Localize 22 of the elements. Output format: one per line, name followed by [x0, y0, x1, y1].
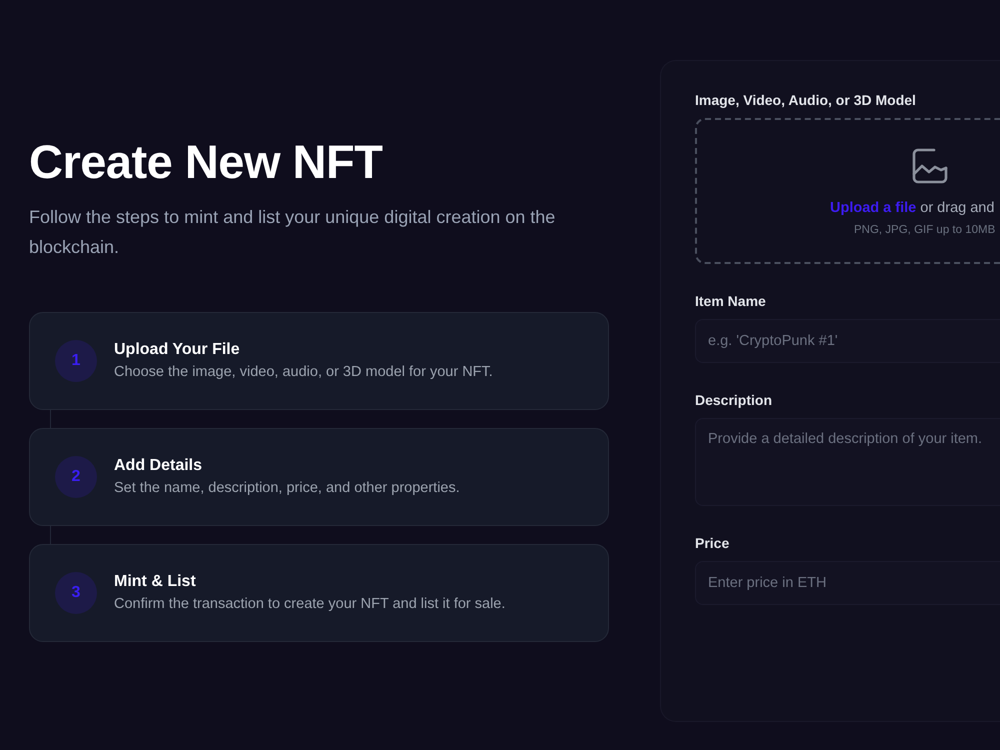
description-field[interactable]: Provide a detailed description of your item.	[695, 418, 1000, 506]
image-icon	[912, 148, 948, 184]
text-input-field[interactable]: e.g. 'CryptoPunk #1'	[695, 319, 1000, 363]
step-description: Set the name, description, price, and other properties.	[114, 479, 460, 498]
step-number: 3	[55, 572, 97, 614]
field-label: Price	[695, 534, 730, 552]
step-number: 2	[55, 456, 97, 498]
file-type-hint: PNG, JPG, GIF up to 10MB	[854, 223, 996, 238]
step-number: 1	[55, 340, 97, 382]
upload-instructions: Upload a file or drag and	[830, 199, 994, 218]
page-title: Create New NFT	[29, 136, 384, 188]
step-title: Upload Your File	[114, 340, 241, 360]
file-dropzone[interactable]: Upload a file or drag and PNG, JPG, GIF up to 10MB	[695, 118, 1000, 264]
step-description: Choose the image, video, audio, or 3D model for your NFT.	[114, 363, 493, 382]
field-label: Description	[695, 391, 774, 409]
field-label: Item Name	[695, 292, 767, 310]
page-subtitle: Follow the steps to mint and list your unique digital creation on the blockchain.	[29, 206, 556, 259]
text-input-field[interactable]: Enter price in ETH	[695, 561, 1000, 605]
step-title: Add Details	[114, 456, 204, 476]
step-title: Mint & List	[114, 572, 197, 592]
field-label: Image, Video, Audio, or 3D Model	[695, 91, 917, 109]
step-description: Confirm the transaction to create your NFT and list it for sale.	[114, 595, 506, 614]
